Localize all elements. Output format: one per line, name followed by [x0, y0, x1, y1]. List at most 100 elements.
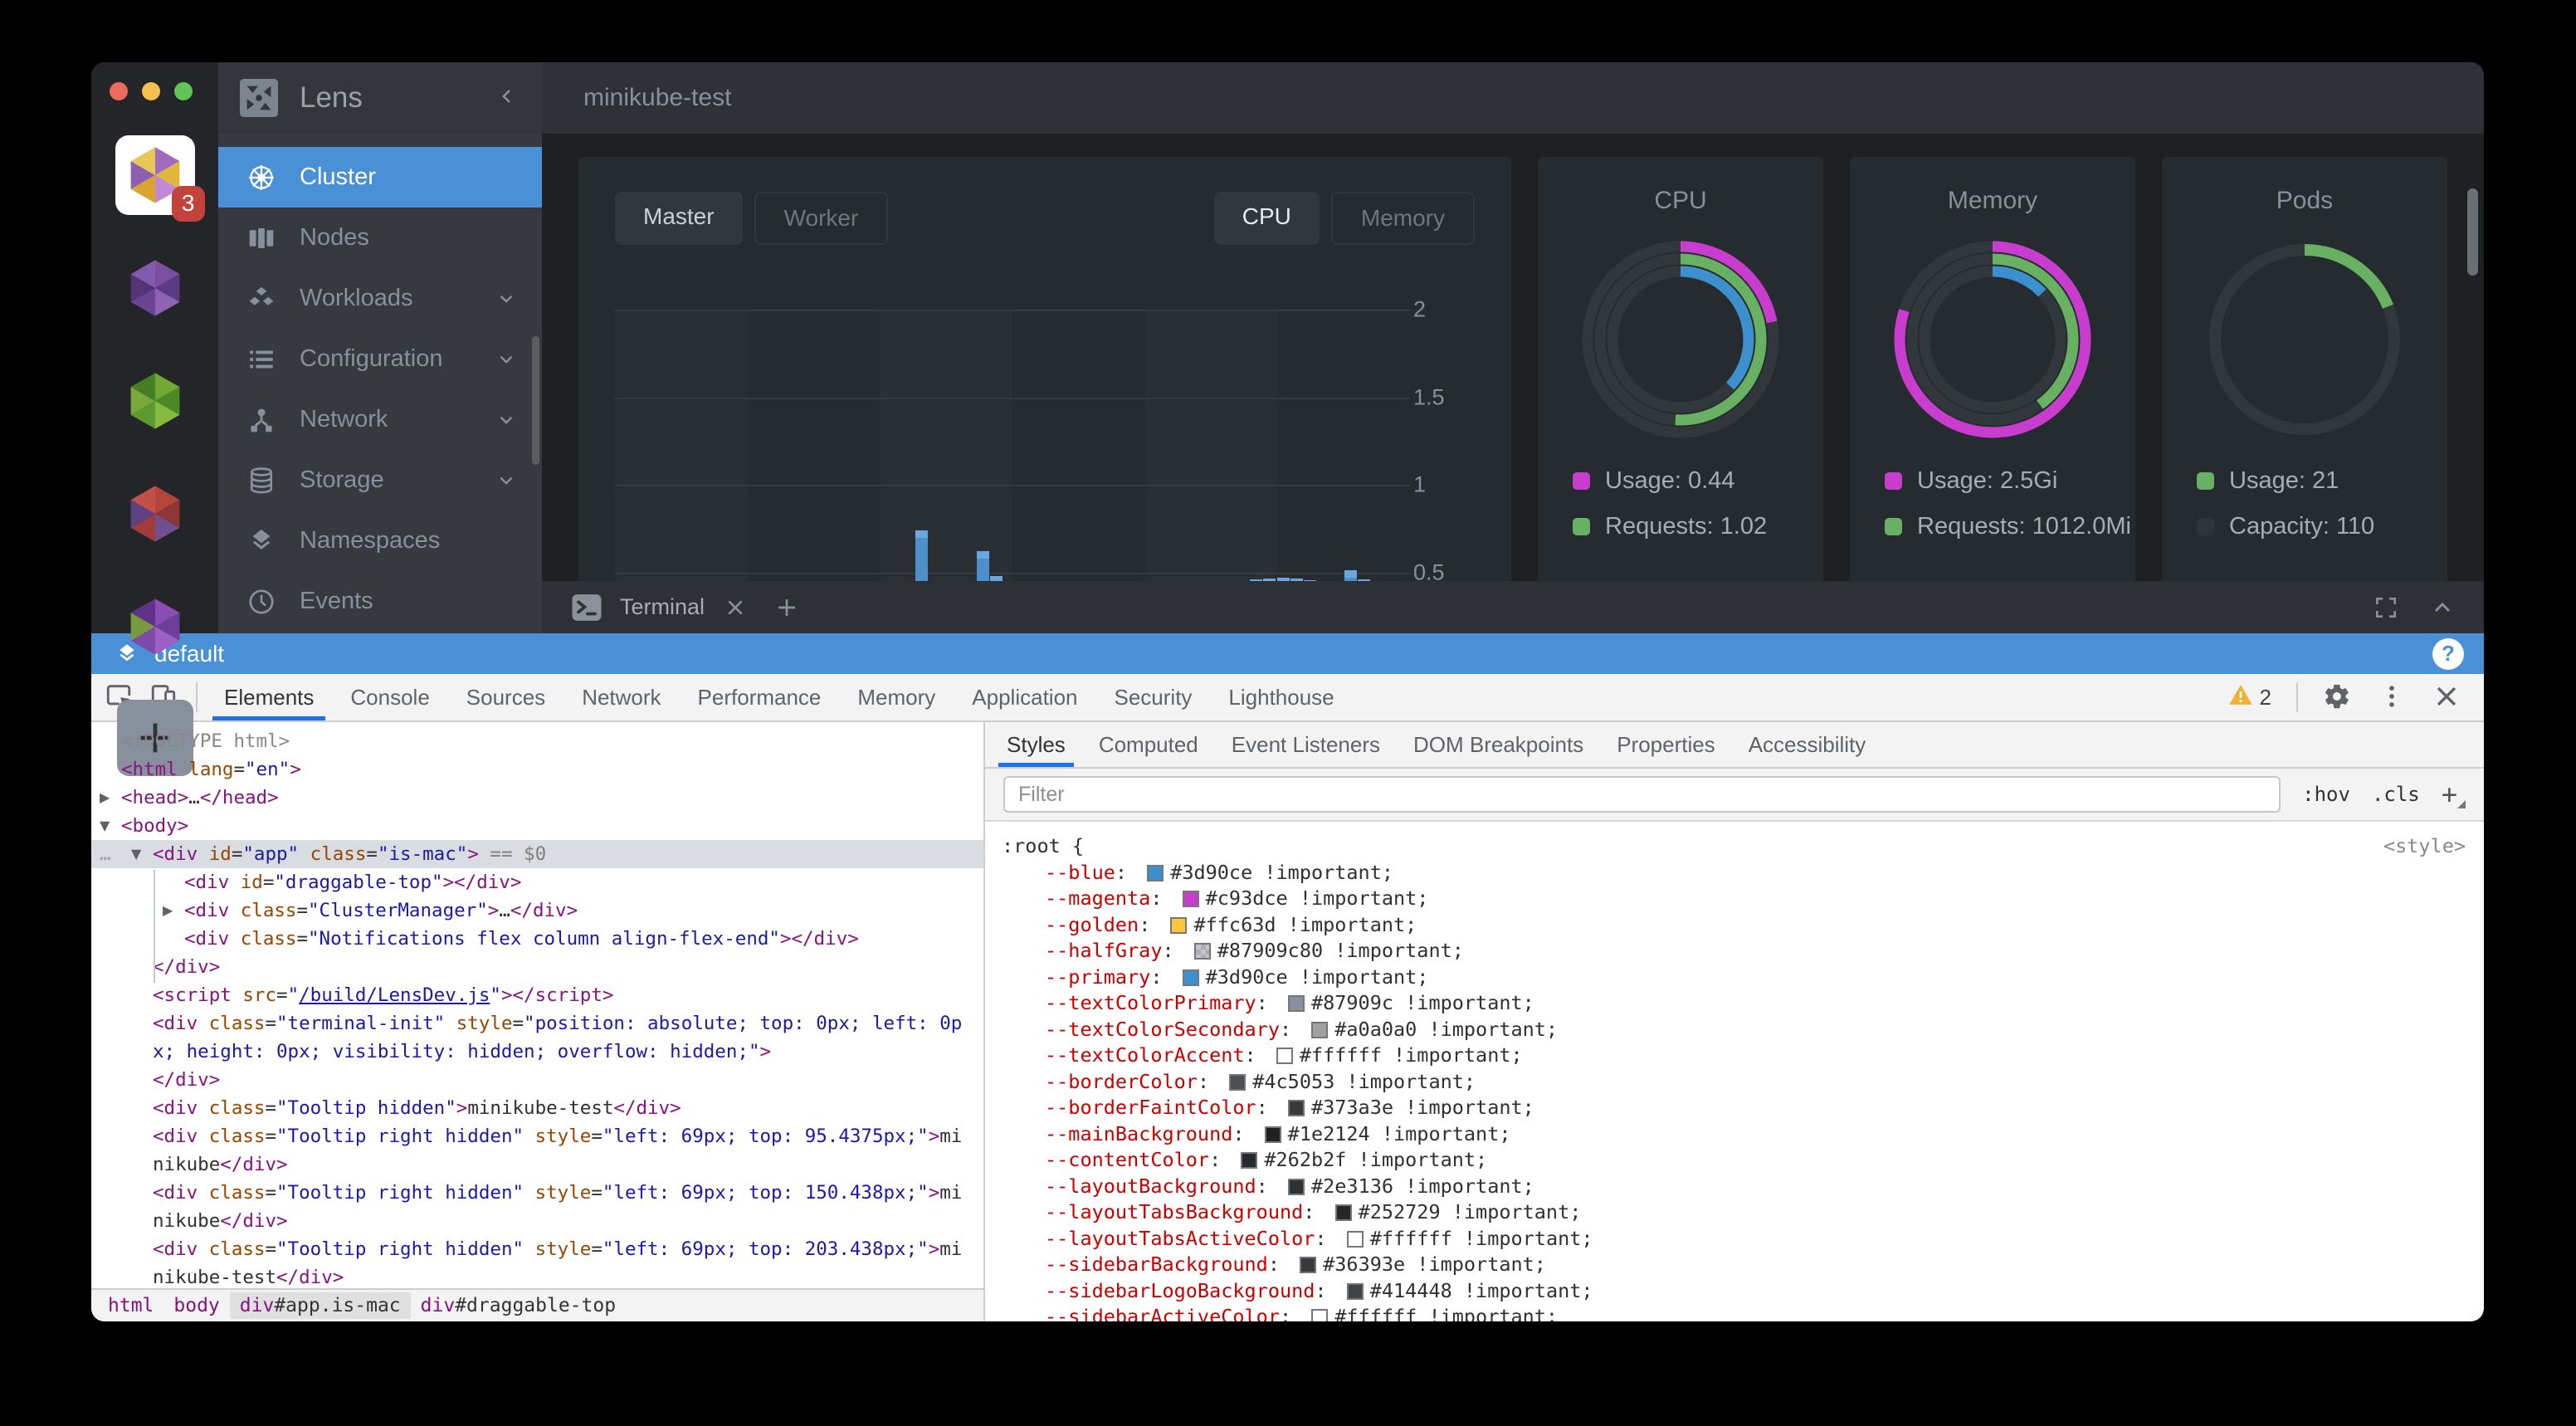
css-property[interactable]: --primary: #3d90ce !important;: [1002, 965, 2484, 991]
css-property[interactable]: --blue: #3d90ce !important;: [1002, 860, 2484, 886]
css-property[interactable]: --layoutBackground: #2e3136 !important;: [1002, 1174, 2484, 1200]
styles-tab-accessibility[interactable]: Accessibility: [1732, 722, 1883, 767]
sidebar-item-configuration[interactable]: Configuration: [218, 329, 542, 389]
devtools-tab-network[interactable]: Network: [564, 674, 679, 720]
sidebar-item-network[interactable]: Network: [218, 389, 542, 450]
color-swatch[interactable]: [1311, 1309, 1328, 1321]
css-property[interactable]: --borderColor: #4c5053 !important;: [1002, 1069, 2484, 1096]
dom-tree-node[interactable]: …▼<div id="app" class="is-mac"> == $0: [91, 840, 983, 868]
new-style-rule-button[interactable]: +: [2442, 779, 2466, 810]
styles-tab-computed[interactable]: Computed: [1082, 722, 1215, 767]
color-swatch[interactable]: [1311, 1022, 1328, 1038]
color-swatch[interactable]: [1183, 891, 1199, 907]
dom-tree-node[interactable]: <div class="Tooltip right hidden" style=…: [91, 1235, 983, 1288]
breadcrumb-item[interactable]: html: [98, 1292, 163, 1319]
color-swatch[interactable]: [1335, 1204, 1352, 1221]
dom-tree-node[interactable]: <script src="/build/LensDev.js"></script…: [91, 981, 983, 1009]
styles-filter-input[interactable]: Filter: [1003, 776, 2281, 813]
styles-tab-dom-breakpoints[interactable]: DOM Breakpoints: [1397, 722, 1600, 767]
styles-tab-styles[interactable]: Styles: [990, 722, 1082, 767]
dom-tree-node[interactable]: ▶<head>…</head>: [91, 784, 983, 812]
devtools-menu-icon[interactable]: [2378, 682, 2408, 712]
devtools-tab-memory[interactable]: Memory: [839, 674, 954, 720]
breadcrumb-item[interactable]: body: [163, 1292, 229, 1319]
sidebar-scrollbar[interactable]: [532, 336, 539, 465]
new-terminal-icon[interactable]: [774, 595, 799, 620]
color-swatch[interactable]: [1347, 1231, 1364, 1248]
devtools-close-icon[interactable]: [2432, 682, 2462, 712]
css-property[interactable]: --layoutTabsBackground: #252729 !importa…: [1002, 1199, 2484, 1226]
dom-tree-node[interactable]: <div class="Tooltip hidden">minikube-tes…: [91, 1094, 983, 1122]
dom-tree[interactable]: <!DOCTYPE html><html lang="en">▶<head>…<…: [91, 722, 983, 1288]
css-property[interactable]: --textColorSecondary: #a0a0a0 !important…: [1002, 1017, 2484, 1043]
node-filter-master[interactable]: Master: [615, 192, 743, 245]
dom-tree-node[interactable]: <div id="draggable-top"></div>: [91, 868, 983, 896]
toggle-hover-state-button[interactable]: :hov: [2302, 783, 2350, 806]
css-property[interactable]: --magenta: #c93dce !important;: [1002, 886, 2484, 912]
dom-tree-node[interactable]: </div>: [91, 1066, 983, 1094]
expand-dock-icon[interactable]: [2373, 594, 2399, 621]
devtools-tab-console[interactable]: Console: [332, 674, 447, 720]
cluster-icon-1[interactable]: 3: [115, 135, 195, 215]
terminal-tab-label[interactable]: Terminal: [620, 594, 705, 620]
devtools-tab-application[interactable]: Application: [954, 674, 1095, 720]
style-source-link[interactable]: <style>: [2383, 833, 2466, 860]
dom-tree-node[interactable]: <div class="Notifications flex column al…: [91, 925, 983, 953]
color-swatch[interactable]: [1288, 995, 1305, 1012]
maximize-window-button[interactable]: [174, 82, 193, 100]
devtools-tab-sources[interactable]: Sources: [448, 674, 564, 720]
css-property[interactable]: --textColorAccent: #ffffff !important;: [1002, 1043, 2484, 1069]
dom-tree-node[interactable]: </div>: [91, 953, 983, 981]
css-property[interactable]: --sidebarLogoBackground: #414448 !import…: [1002, 1278, 2484, 1305]
sidebar-item-storage[interactable]: Storage: [218, 450, 542, 510]
help-button[interactable]: ?: [2432, 638, 2464, 670]
color-swatch[interactable]: [1241, 1152, 1257, 1169]
dom-tree-node[interactable]: ▼<body>: [91, 812, 983, 840]
color-swatch[interactable]: [1229, 1074, 1246, 1091]
devtools-settings-icon[interactable]: [2323, 682, 2353, 712]
dom-tree-node[interactable]: <div class="terminal-init" style="positi…: [91, 1009, 983, 1066]
dom-tree-node[interactable]: <div class="Tooltip right hidden" style=…: [91, 1122, 983, 1179]
main-scrollbar[interactable]: [2467, 188, 2478, 276]
color-swatch[interactable]: [1288, 1179, 1305, 1195]
color-swatch[interactable]: [1276, 1048, 1293, 1064]
devtools-tab-performance[interactable]: Performance: [680, 674, 840, 720]
dom-tree-node[interactable]: <div class="Tooltip right hidden" style=…: [91, 1179, 983, 1235]
css-property[interactable]: --textColorPrimary: #87909c !important;: [1002, 990, 2484, 1017]
css-property[interactable]: --golden: #ffc63d !important;: [1002, 912, 2484, 939]
sidebar-collapse-button[interactable]: [495, 85, 520, 112]
color-swatch[interactable]: [1347, 1283, 1364, 1300]
collapse-dock-icon[interactable]: [2429, 594, 2456, 621]
css-property[interactable]: --sidebarActiveColor: #ffffff !important…: [1002, 1304, 2484, 1321]
metric-memory[interactable]: Memory: [1331, 192, 1475, 245]
sidebar-item-cluster[interactable]: Cluster: [218, 147, 542, 208]
metric-cpu[interactable]: CPU: [1214, 192, 1320, 245]
color-swatch[interactable]: [1265, 1126, 1281, 1143]
sidebar-item-namespaces[interactable]: Namespaces: [218, 510, 542, 571]
dom-tree-node[interactable]: <!DOCTYPE html>: [91, 727, 983, 755]
close-window-button[interactable]: [110, 82, 128, 100]
css-property[interactable]: --borderFaintColor: #373a3e !important;: [1002, 1095, 2484, 1121]
breadcrumb-item[interactable]: div#app.is-mac: [230, 1292, 411, 1319]
node-filter-worker[interactable]: Worker: [754, 192, 889, 245]
cluster-icon-5[interactable]: [115, 587, 195, 667]
toggle-class-button[interactable]: .cls: [2372, 783, 2420, 806]
css-property[interactable]: --layoutTabsActiveColor: #ffffff !import…: [1002, 1226, 2484, 1253]
sidebar-item-workloads[interactable]: Workloads: [218, 268, 542, 329]
color-swatch[interactable]: [1300, 1257, 1316, 1273]
color-swatch[interactable]: [1194, 943, 1211, 960]
sidebar-item-events[interactable]: Events: [218, 571, 542, 632]
css-property[interactable]: --mainBackground: #1e2124 !important;: [1002, 1121, 2484, 1148]
close-terminal-icon[interactable]: [724, 597, 746, 618]
devtools-tab-lighthouse[interactable]: Lighthouse: [1210, 674, 1352, 720]
css-property[interactable]: --halfGray: #87909c80 !important;: [1002, 938, 2484, 965]
sidebar-item-nodes[interactable]: Nodes: [218, 208, 542, 268]
color-swatch[interactable]: [1288, 1100, 1305, 1116]
color-swatch[interactable]: [1183, 969, 1199, 986]
dom-tree-node[interactable]: <html lang="en">: [91, 755, 983, 784]
css-rules[interactable]: <style> :root { --blue: #3d90ce !importa…: [985, 822, 2484, 1321]
css-property[interactable]: --sidebarBackground: #36393e !important;: [1002, 1252, 2484, 1278]
color-swatch[interactable]: [1147, 865, 1164, 881]
console-warnings-badge[interactable]: 2: [2228, 682, 2271, 713]
devtools-tab-security[interactable]: Security: [1096, 674, 1211, 720]
